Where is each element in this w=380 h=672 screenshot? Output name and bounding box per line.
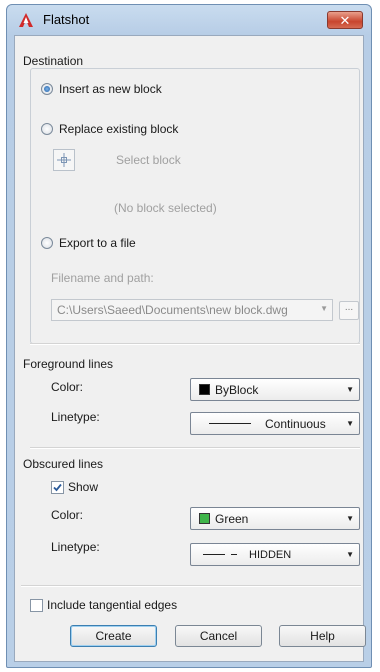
tangential-edges-label: Include tangential edges bbox=[47, 598, 178, 612]
cancel-button[interactable]: Cancel bbox=[175, 625, 262, 647]
title-bar[interactable]: Flatshot ✕ bbox=[7, 5, 371, 35]
tangential-edges-option[interactable]: Include tangential edges bbox=[30, 598, 177, 612]
close-button[interactable]: ✕ bbox=[327, 11, 363, 29]
tangential-edges-checkbox[interactable] bbox=[30, 598, 43, 612]
no-block-selected-label: (No block selected) bbox=[114, 201, 217, 215]
chevron-down-icon: ▼ bbox=[320, 304, 328, 313]
window-title: Flatshot bbox=[43, 12, 90, 27]
obscured-show-label: Show bbox=[68, 480, 99, 494]
insert-new-block-radio[interactable] bbox=[41, 83, 53, 95]
obscured-color-dropdown[interactable]: Green ▼ bbox=[190, 507, 360, 530]
crosshair-icon bbox=[57, 153, 71, 167]
replace-existing-block-option[interactable]: Replace existing block bbox=[41, 122, 178, 136]
filename-path-combo[interactable]: C:\Users\Saeed\Documents\new block.dwg ▼ bbox=[51, 299, 333, 321]
chevron-down-icon: ▼ bbox=[346, 385, 354, 394]
divider bbox=[21, 585, 361, 587]
destination-section-title: Destination bbox=[23, 54, 84, 68]
create-button[interactable]: Create bbox=[70, 625, 157, 647]
obscured-color-value: Green bbox=[215, 512, 249, 526]
foreground-linetype-dropdown[interactable]: Continuous ▼ bbox=[190, 412, 360, 435]
export-to-file-option[interactable]: Export to a file bbox=[41, 236, 136, 250]
replace-existing-block-label: Replace existing block bbox=[59, 122, 179, 136]
foreground-section-title: Foreground lines bbox=[23, 357, 114, 371]
obscured-section-title: Obscured lines bbox=[23, 457, 104, 471]
help-button[interactable]: Help bbox=[279, 625, 366, 647]
chevron-down-icon: ▼ bbox=[346, 514, 354, 523]
obscured-color-label: Color: bbox=[51, 508, 84, 522]
obscured-color-swatch bbox=[199, 513, 210, 524]
chevron-down-icon: ▼ bbox=[346, 550, 354, 559]
obscured-linetype-label: Linetype: bbox=[51, 540, 100, 554]
export-to-file-label: Export to a file bbox=[59, 236, 136, 250]
select-block-label: Select block bbox=[116, 153, 181, 167]
filename-path-label: Filename and path: bbox=[51, 271, 154, 285]
filename-path-value: C:\Users\Saeed\Documents\new block.dwg bbox=[57, 303, 288, 317]
browse-button[interactable]: ... bbox=[339, 301, 359, 320]
foreground-color-label: Color: bbox=[51, 380, 84, 394]
obscured-linetype-value: HIDDEN bbox=[249, 549, 292, 561]
foreground-color-dropdown[interactable]: ByBlock ▼ bbox=[190, 378, 360, 401]
divider bbox=[30, 447, 360, 449]
hidden-line-icon-dash bbox=[231, 554, 237, 555]
chevron-down-icon: ▼ bbox=[346, 419, 354, 428]
obscured-show-option[interactable]: Show bbox=[51, 480, 98, 494]
checkmark-icon bbox=[53, 483, 62, 491]
foreground-linetype-value: Continuous bbox=[265, 417, 326, 431]
insert-new-block-label: Insert as new block bbox=[59, 82, 162, 96]
hidden-line-icon bbox=[203, 554, 225, 555]
foreground-color-swatch bbox=[199, 384, 210, 395]
export-to-file-radio[interactable] bbox=[41, 237, 53, 249]
autocad-logo-icon bbox=[19, 13, 33, 27]
foreground-color-value: ByBlock bbox=[215, 383, 259, 397]
close-icon: ✕ bbox=[339, 13, 351, 28]
select-block-button[interactable] bbox=[53, 149, 75, 171]
obscured-show-checkbox[interactable] bbox=[51, 480, 64, 494]
obscured-linetype-dropdown[interactable]: HIDDEN ▼ bbox=[190, 543, 360, 566]
replace-existing-block-radio[interactable] bbox=[41, 123, 53, 135]
insert-new-block-option[interactable]: Insert as new block bbox=[41, 82, 162, 96]
continuous-line-icon bbox=[209, 423, 251, 424]
divider bbox=[30, 343, 360, 345]
browse-button-label: ... bbox=[344, 302, 354, 313]
foreground-linetype-label: Linetype: bbox=[51, 410, 100, 424]
